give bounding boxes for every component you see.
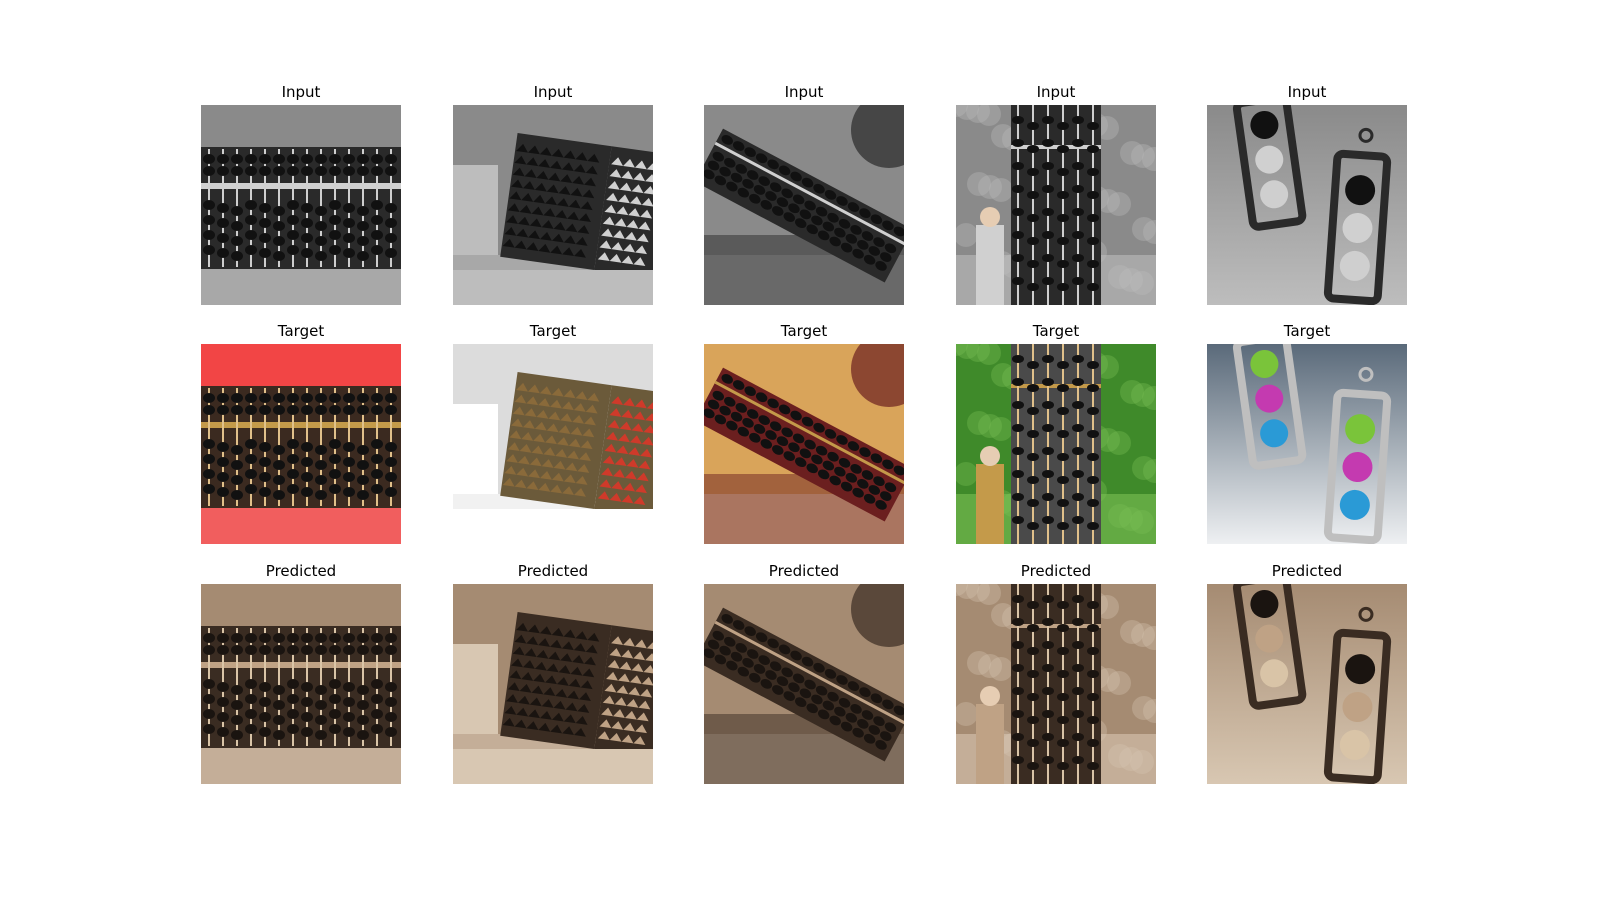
panel-title: Input <box>1287 83 1327 101</box>
abacus-icon <box>704 344 904 544</box>
abacus-icon <box>956 344 1156 544</box>
abacus-icon <box>956 105 1156 305</box>
abacus-icon <box>201 344 401 544</box>
panel-title: Target <box>780 322 828 340</box>
abacus-icon <box>201 584 401 784</box>
panel-title: Predicted <box>1020 562 1092 580</box>
abacus-icon <box>453 584 653 784</box>
figure-grid: Input Input Input Input Input Target Target Tar… <box>0 0 1600 900</box>
abacus-icon <box>704 584 904 784</box>
panel-title: Input <box>281 83 321 101</box>
panel-title: Input <box>784 83 824 101</box>
panel-title: Target <box>277 322 325 340</box>
abacus-icon <box>453 105 653 305</box>
abacus-icon <box>956 584 1156 784</box>
abacus-icon <box>201 105 401 305</box>
panel-title: Input <box>533 83 573 101</box>
abacus-icon <box>453 344 653 544</box>
panel-title: Predicted <box>1271 562 1343 580</box>
panel-title: Target <box>1032 322 1080 340</box>
panel-title: Predicted <box>768 562 840 580</box>
panel-title: Predicted <box>265 562 337 580</box>
earring-icon <box>1207 584 1407 784</box>
panel-title: Target <box>1283 322 1331 340</box>
abacus-icon <box>704 105 904 305</box>
earring-icon <box>1207 105 1407 305</box>
panel-title: Input <box>1036 83 1076 101</box>
panel-title: Predicted <box>517 562 589 580</box>
panel-title: Target <box>529 322 577 340</box>
earring-icon <box>1207 344 1407 544</box>
